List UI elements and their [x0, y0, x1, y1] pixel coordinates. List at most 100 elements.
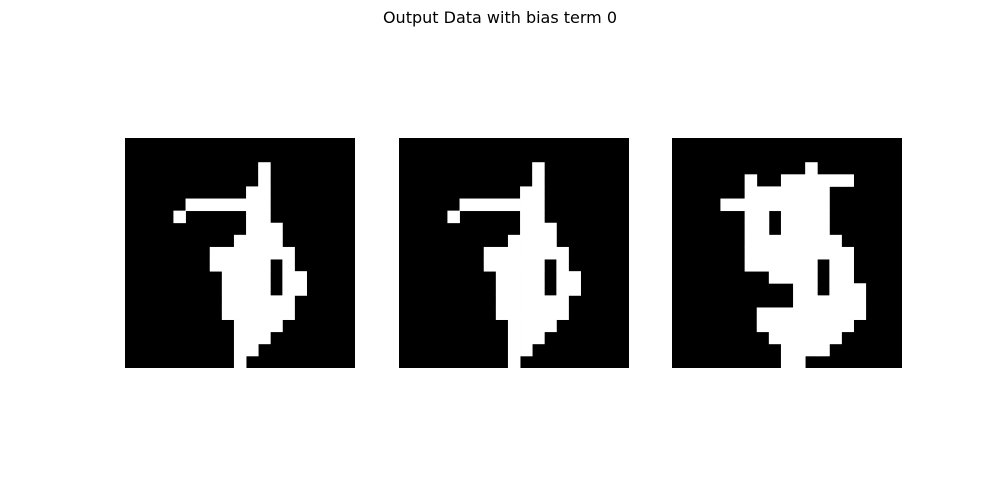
pixel-cell: [209, 198, 223, 212]
pixel-cell: [805, 222, 818, 236]
pixel-cell: [532, 271, 545, 284]
pixel-cell: [768, 246, 782, 260]
pixel-cell: [829, 319, 842, 333]
pixel-cell: [520, 283, 533, 296]
pixel-cell: [233, 259, 247, 272]
pixel-cell: [756, 307, 770, 320]
pixel-cell: [817, 295, 830, 308]
pixel-cell: [841, 307, 854, 320]
pixel-cell: [258, 210, 271, 224]
pixel-cell: [246, 319, 259, 333]
pixel-cell: [507, 307, 521, 320]
pixel-cell: [780, 234, 794, 248]
output-image-2: [399, 138, 629, 368]
pixel-cell: [793, 222, 806, 236]
pixel-cell: [520, 319, 533, 333]
pixel-cell: [507, 355, 521, 368]
pixel-cell: [805, 295, 818, 308]
pixel-cell: [233, 246, 247, 260]
pixel-cell: [507, 271, 521, 284]
pixel-cell: [805, 271, 818, 284]
pixel-cell: [780, 343, 794, 357]
pixel-cell: [841, 319, 854, 333]
pixel-cell: [556, 271, 569, 284]
pixel-cell: [258, 259, 271, 272]
pixel-cell: [556, 283, 569, 296]
pixel-cell: [495, 295, 509, 308]
pixel-cell: [756, 186, 770, 199]
pixel-cell: [447, 210, 460, 224]
pixel-cell: [282, 295, 295, 308]
pixel-cell: [520, 307, 533, 320]
pixel-cell: [520, 295, 533, 308]
pixel-cell: [544, 307, 557, 320]
pixel-cell: [258, 283, 271, 296]
pixel-cell: [841, 246, 854, 260]
pixel-cell: [520, 331, 533, 345]
pixel-cell: [233, 283, 247, 296]
pixel-cell: [507, 331, 521, 345]
pixel-cell: [805, 198, 818, 212]
pixel-cell: [817, 210, 830, 224]
pixel-cell: [532, 307, 545, 320]
pixel-cell: [780, 307, 794, 320]
pixel-cell: [495, 198, 509, 212]
pixel-cell: [246, 259, 259, 272]
pixel-cell: [209, 246, 223, 260]
pixel-cell: [483, 259, 497, 272]
output-image-2-raster: [399, 138, 629, 368]
pixel-cell: [720, 198, 733, 212]
pixel-cell: [780, 319, 794, 333]
pixel-cell: [258, 186, 271, 199]
pixel-cell: [233, 355, 247, 368]
pixel-cell: [780, 271, 794, 284]
pixel-cell: [805, 210, 818, 224]
pixel-cell: [258, 174, 271, 187]
pixel-cell: [805, 331, 818, 345]
pixel-cell: [520, 271, 533, 284]
pixel-cell: [495, 259, 509, 272]
pixel-cell: [270, 234, 283, 248]
pixel-cell: [294, 283, 307, 296]
pixel-cell: [495, 283, 509, 296]
pixel-cell: [520, 210, 533, 224]
pixel-cell: [829, 307, 842, 320]
pixel-cell: [756, 198, 770, 212]
pixel-cell: [258, 234, 271, 248]
pixel-cell: [532, 259, 545, 272]
pixel-cell: [532, 198, 545, 212]
pixel-cell: [471, 198, 485, 212]
pixel-cell: [520, 186, 533, 199]
pixel-cell: [556, 295, 569, 308]
pixel-cell: [768, 331, 782, 345]
pixel-cell: [294, 271, 307, 284]
pixel-cell: [805, 283, 818, 296]
pixel-cell: [507, 319, 521, 333]
pixel-cell: [829, 259, 842, 272]
pixel-cell: [520, 222, 533, 236]
pixel-cell: [507, 198, 521, 212]
pixel-cell: [282, 307, 295, 320]
pixel-cell: [507, 246, 521, 260]
pixel-cell: [233, 295, 247, 308]
pixel-cell: [793, 259, 806, 272]
pixel-cell: [246, 307, 259, 320]
pixel-cell: [817, 319, 830, 333]
pixel-cell: [246, 246, 259, 260]
pixel-cell: [768, 234, 782, 248]
pixel-cell: [495, 246, 509, 260]
pixel-cell: [221, 283, 235, 296]
pixel-cell: [817, 246, 830, 260]
pixel-cell: [817, 307, 830, 320]
pixel-cell: [744, 174, 758, 187]
pixel-cell: [258, 271, 271, 284]
pixel-cell: [841, 259, 854, 272]
pixel-cell: [258, 162, 271, 175]
pixel-cell: [817, 186, 830, 199]
pixel-cell: [282, 271, 295, 284]
pixel-cell: [532, 331, 545, 345]
pixel-cell: [221, 246, 235, 260]
pixel-cell: [495, 307, 509, 320]
pixel-cell: [780, 331, 794, 345]
pixel-cell: [221, 307, 235, 320]
